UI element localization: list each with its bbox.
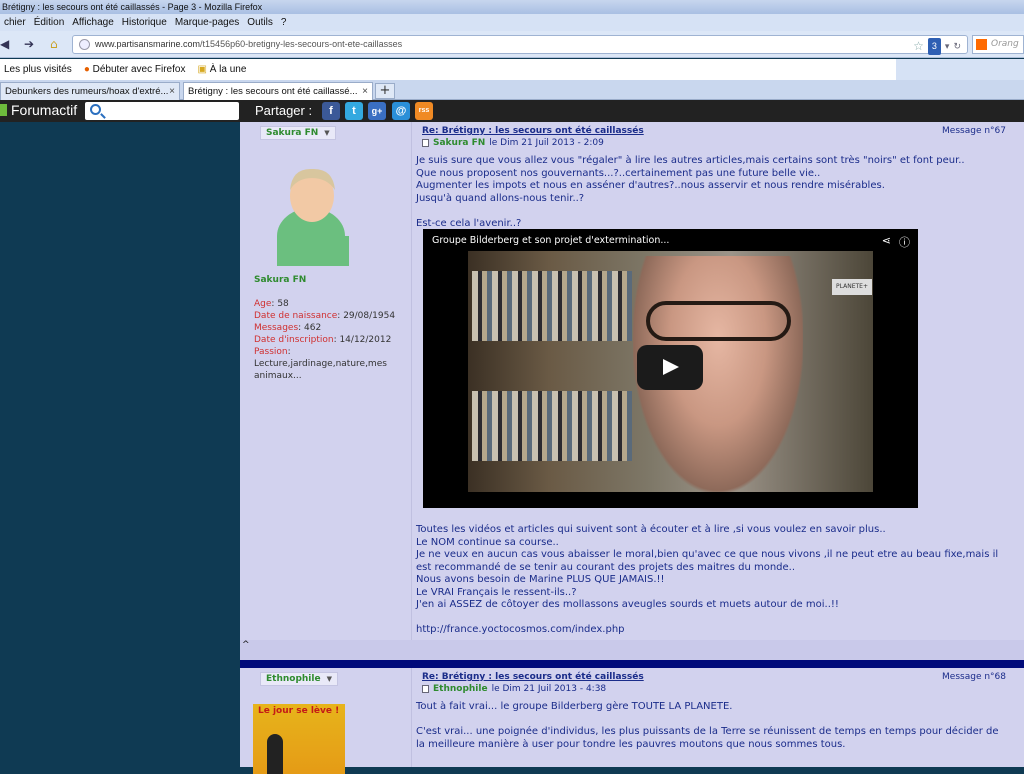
search-placeholder: Orang [991,39,1019,49]
post-header: Re: Brétigny : les secours ont été caill… [420,126,1016,152]
new-tab-button[interactable]: + [375,83,395,99]
post-title-link[interactable]: Re: Brétigny : les secours ont été caill… [422,126,644,136]
post-icon [422,139,429,147]
orange-logo-icon [976,39,987,50]
play-button[interactable] [637,345,703,390]
menu-outils[interactable]: Outils [243,14,277,31]
post-profile-column: Sakura FN ▼ Sakura FN Age: 58 Date de nai… [245,122,412,640]
home-icon[interactable]: ⌂ [50,37,58,51]
post-header: Re: Brétigny : les secours ont été caill… [420,672,1016,698]
search-icon [90,104,101,115]
url-path: /t15456p60-bretigny-les-secours-ont-ete-… [200,39,403,49]
menu-fichier[interactable]: chier [0,14,30,31]
post-68: Ethnophile ▼ Le jour se lève ! Re: Brétig… [245,668,1016,774]
post-body-intro: Je suis sure que vous allez vous "régale… [416,155,965,229]
forumactif-logo-icon [0,104,7,116]
bookmarks-bar-empty [896,59,1024,80]
window-title: Brétigny : les secours ont été caillassé… [0,0,1024,14]
close-icon[interactable]: × [169,83,175,100]
menu-affichage[interactable]: Affichage [68,14,118,31]
bookmark-getting-started[interactable]: ● Débuter avec Firefox [80,59,190,80]
chevron-down-icon: ▼ [326,675,332,683]
forward-arrow-icon[interactable]: ➔ [24,37,34,51]
bookmark-most-visited[interactable]: Les plus visités [0,59,76,80]
forumactif-logo[interactable]: Forumactif [0,102,77,118]
menu-marque-pages[interactable]: Marque-pages [171,14,243,31]
email-icon[interactable]: @ [392,102,410,120]
bookshelf [472,271,632,341]
bookshelf [472,391,632,461]
post-content-column: Re: Brétigny : les secours ont été caill… [412,668,1016,767]
post-profile-column: Ethnophile ▼ Le jour se lève ! [245,668,412,774]
user-avatar-image: Le jour se lève ! [253,704,345,774]
post-body: Tout à fait vrai... le groupe Bilderberg… [416,701,999,750]
dropdown-icon[interactable]: ▾ [945,38,950,55]
url-host: www.partisansmarine.com [95,39,201,49]
video-title[interactable]: Groupe Bilderberg et son projet d'exterm… [432,235,669,246]
navigation-bar: ◀ ➔ ⌂ www.partisansmarine.com/t15456p60-… [0,31,1024,58]
post-icon [422,685,429,693]
left-background [0,122,240,767]
forum-search-input[interactable] [85,102,239,120]
forum-content: Sakura FN ▼ Sakura FN Age: 58 Date de nai… [240,122,1024,774]
firefox-icon: ● [83,64,90,75]
tab-debunkers[interactable]: Debunkers des rumeurs/hoax d'extré... × [0,82,180,100]
tab-bar: Debunkers des rumeurs/hoax d'extré... × B… [0,80,1024,100]
chevron-down-icon: ▼ [324,129,330,137]
post-footer: ^ [240,640,1024,660]
post-date: Sakura FN le Dim 21 Juil 2013 - 2:09 [422,138,604,148]
menu-bar: chier Édition Affichage Historique Marqu… [0,14,1024,31]
message-number[interactable]: Message n°67 [942,126,1006,136]
menu-edition[interactable]: Édition [30,14,69,31]
silhouette-icon [267,734,283,774]
tab-bretigny[interactable]: Brétigny : les secours ont été caillassé… [183,82,373,100]
external-link[interactable]: http://france.yoctocosmos.com/index.php [416,624,625,635]
search-engine-box[interactable]: Orang [972,35,1024,54]
video-icons: ⋖ ⓘ [882,234,910,250]
bookmark-a-la-une[interactable]: ▣ À la une [193,59,250,80]
rss-icon[interactable]: rss [415,102,433,120]
url-bar[interactable]: www.partisansmarine.com/t15456p60-bretig… [72,35,968,55]
rss-folder-icon: ▣ [197,64,207,75]
site-identity-icon[interactable] [79,39,90,50]
menu-aide[interactable]: ? [277,14,291,31]
youtube-video[interactable]: PLANETE+ Groupe Bilderberg et son projet… [423,229,918,508]
post-67: Sakura FN ▼ Sakura FN Age: 58 Date de nai… [245,122,1016,640]
speaker-glasses [646,301,791,341]
reload-icon[interactable]: ↻ [953,38,961,55]
channel-logo: PLANETE+ [832,279,872,295]
google-plus-icon[interactable]: g+ [368,102,386,120]
forumactif-toolbar: Forumactif Partager : f t g+ @ rss [0,100,1024,122]
default-avatar [277,168,349,266]
share-label: Partager : [255,103,313,118]
post-content-column: Re: Brétigny : les secours ont été caill… [412,122,1016,640]
post-title-link[interactable]: Re: Brétigny : les secours ont été caill… [422,672,644,682]
post-divider [240,660,1024,668]
share-icon[interactable]: ⋖ [882,234,891,250]
post-date: Ethnophile le Dim 21 Juil 2013 - 4:38 [422,684,606,694]
profile-name[interactable]: Sakura FN [254,274,404,286]
bookmarks-bar: Les plus visités ● Débuter avec Firefox … [0,59,896,80]
author-dropdown[interactable]: Ethnophile ▼ [260,672,338,686]
profile-info: Sakura FN Age: 58 Date de naissance: 29/… [254,274,404,382]
twitter-icon[interactable]: t [345,102,363,120]
info-icon[interactable]: ⓘ [899,234,910,250]
author-dropdown[interactable]: Sakura FN ▼ [260,126,336,140]
close-icon[interactable]: × [362,83,368,100]
facebook-icon[interactable]: f [322,102,340,120]
back-to-top-button[interactable]: ^ [242,640,250,650]
count-badge[interactable]: 3 [927,38,941,55]
message-number[interactable]: Message n°68 [942,672,1006,682]
post-body-main: Toutes les vidéos et articles qui suiven… [416,524,999,635]
bookmark-star-icon[interactable]: ☆ [913,38,924,55]
menu-historique[interactable]: Historique [118,14,171,31]
back-arrow-icon[interactable]: ◀ [0,37,9,51]
